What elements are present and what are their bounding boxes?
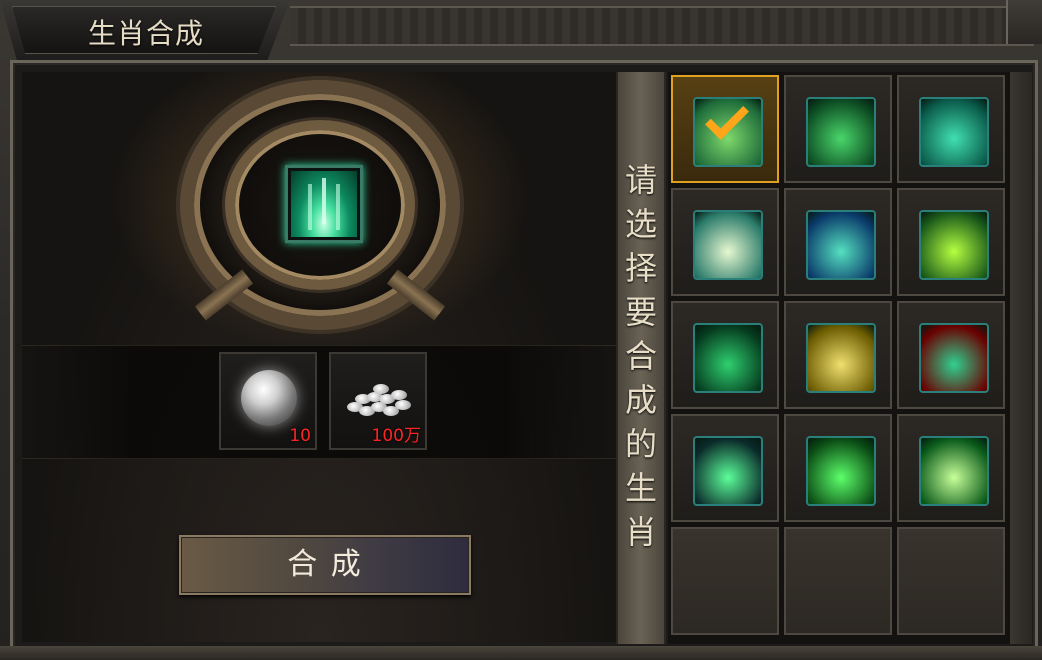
zodiac-slot[interactable] xyxy=(897,414,1005,522)
golden-blade-icon xyxy=(806,323,876,393)
frame-right-edge xyxy=(1010,72,1032,644)
zodiac-slot[interactable] xyxy=(897,188,1005,296)
checkmark-icon xyxy=(705,96,749,140)
vortex-icon xyxy=(693,210,763,280)
zodiac-slot[interactable] xyxy=(784,75,892,183)
moon-orb-icon xyxy=(241,370,297,426)
leaf-sprout-icon xyxy=(693,96,763,167)
frame-bottom-edge xyxy=(0,646,1042,660)
green-ring-icon xyxy=(693,436,763,506)
leaf-sprout-icon xyxy=(291,171,357,237)
silver-coins-icon xyxy=(347,384,411,420)
material-count: 100万 xyxy=(371,426,421,446)
zodiac-slot[interactable] xyxy=(671,75,779,183)
close-button[interactable] xyxy=(1006,0,1042,44)
title-tab: 生肖合成 xyxy=(0,0,290,62)
top-ornament xyxy=(290,6,1034,46)
red-flower-icon xyxy=(919,323,989,393)
wind-swirl-icon xyxy=(919,97,989,167)
zodiac-slot[interactable] xyxy=(671,414,779,522)
green-spirit-icon xyxy=(806,97,876,167)
light-rays xyxy=(322,177,326,224)
merge-button[interactable]: 合 成 xyxy=(179,535,471,595)
material-slot-silver[interactable]: 100万 xyxy=(329,352,427,450)
empty-zodiac-slot[interactable] xyxy=(897,527,1005,635)
window-title: 生肖合成 xyxy=(88,17,205,50)
material-slot-orb[interactable]: 10 xyxy=(219,352,317,450)
prompt-column: 请选择要合成的生肖 xyxy=(616,72,666,644)
tree-icon xyxy=(806,210,876,280)
zodiac-slot[interactable] xyxy=(784,414,892,522)
meditation-icon xyxy=(693,323,763,393)
zodiac-merge-window: 生肖合成 10 100万 合 成 请选择要合成的生肖 xyxy=(0,0,1042,660)
select-zodiac-prompt: 请选择要合成的生肖 xyxy=(624,161,657,551)
result-slot[interactable] xyxy=(285,165,363,243)
zodiac-slot[interactable] xyxy=(784,301,892,409)
empty-zodiac-slot[interactable] xyxy=(784,527,892,635)
zodiac-slot[interactable] xyxy=(897,301,1005,409)
material-count: 10 xyxy=(289,426,311,446)
green-slash-icon xyxy=(919,210,989,280)
zodiac-slot[interactable] xyxy=(671,188,779,296)
green-flame-icon xyxy=(919,436,989,506)
green-beast-icon xyxy=(806,436,876,506)
zodiac-grid xyxy=(668,72,1010,644)
empty-zodiac-slot[interactable] xyxy=(671,527,779,635)
materials-strip xyxy=(22,345,616,459)
zodiac-slot[interactable] xyxy=(897,75,1005,183)
zodiac-slot[interactable] xyxy=(671,301,779,409)
zodiac-slot[interactable] xyxy=(784,188,892,296)
